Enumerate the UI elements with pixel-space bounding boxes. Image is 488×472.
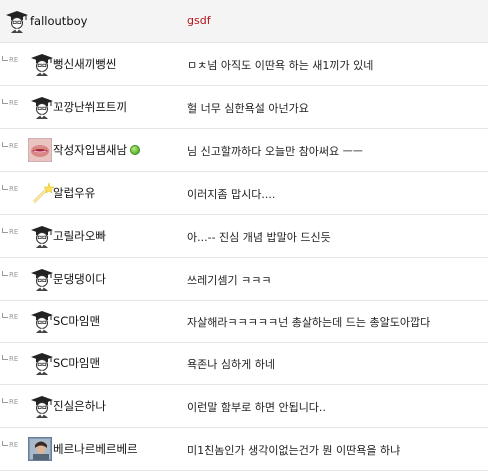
lips-photo-avatar-icon — [28, 138, 52, 162]
graduate-avatar-icon — [30, 224, 54, 248]
reply-label: RE — [9, 271, 19, 279]
reply-label: RE — [9, 142, 19, 150]
graduate-avatar-icon — [30, 52, 54, 76]
reply-arrow-icon: RE — [2, 99, 18, 107]
graduate-avatar-icon — [30, 309, 54, 333]
comment-author[interactable]: 꼬깡난쒸프트끼 — [53, 99, 127, 115]
comment-row: RE SC마임맨 욕존나 심하게 하네 — [0, 342, 488, 385]
comment-author[interactable]: 뻥신새끼뻥씬 — [53, 56, 116, 72]
reply-arrow-icon: RE — [2, 185, 18, 193]
reply-arrow-icon: RE — [2, 56, 18, 64]
reply-label: RE — [9, 313, 19, 321]
magic-wand-avatar-icon — [30, 181, 54, 205]
comment-text: 자살해라ㅋㅋㅋㅋㅋ넌 총살하는데 드는 총알도아깝다 — [187, 316, 431, 329]
online-status-icon — [130, 145, 141, 155]
comment-author[interactable]: SC마임맨 — [53, 313, 100, 329]
post-text: gsdf — [187, 14, 211, 27]
graduate-avatar-icon — [5, 9, 29, 33]
comment-author[interactable]: SC마임맨 — [53, 355, 100, 371]
post-author[interactable]: falloutboy — [30, 14, 87, 28]
reply-label: RE — [9, 355, 19, 363]
comment-author[interactable]: 알럽우유 — [53, 185, 95, 201]
graduate-avatar-icon — [30, 351, 54, 375]
comment-text: 아...-- 진심 개념 밥말아 드신듯 — [187, 231, 331, 244]
reply-arrow-icon: RE — [2, 441, 18, 449]
comment-author[interactable]: 진실은하나 — [53, 398, 106, 414]
graduate-avatar-icon — [30, 95, 54, 119]
comment-text: 이런말 함부로 하면 안됩니다.. — [187, 401, 326, 414]
comment-author-text: 작성자입냄새남 — [53, 143, 128, 157]
comment-row: RE 알럽우유 이러지좀 맙시다.... — [0, 172, 488, 215]
comment-row: RE 뻥신새끼뻥씬 ㅁㅊ넘 아직도 이딴욕 하는 새1끼가 있네 — [0, 43, 488, 86]
comment-row: RE 작성자입냄새남 님 신고할까하다 오늘만 참아써요 ㅡㅡ — [0, 129, 488, 172]
reply-label: RE — [9, 56, 19, 64]
comment-row: RE SC마임맨 자살해라ㅋㅋㅋㅋㅋ넌 총살하는데 드는 총알도아깝다 — [0, 300, 488, 343]
reply-label: RE — [9, 185, 19, 193]
comment-author[interactable]: 문댕댕이다 — [53, 271, 106, 287]
comment-text: 욕존나 심하게 하네 — [187, 358, 275, 371]
reply-label: RE — [9, 398, 19, 406]
comment-board: falloutboy gsdf RE 뻥신새끼뻥씬 ㅁㅊ넘 아직도 이딴욕 하는… — [0, 0, 488, 472]
comment-text: 쓰레기셈기 ㅋㅋㅋ — [187, 274, 272, 287]
comment-row: RE 진실은하나 이런말 함부로 하면 안됩니다.. — [0, 385, 488, 428]
reply-arrow-icon: RE — [2, 398, 18, 406]
comment-author[interactable]: 고릴라오빠 — [53, 228, 106, 244]
reply-arrow-icon: RE — [2, 142, 18, 150]
reply-arrow-icon: RE — [2, 228, 18, 236]
comment-row: RE 베르나르베르베르 미1친놈인가 생각이없는건가 뭔 이딴욕을 하냐 — [0, 428, 488, 471]
post-row: falloutboy gsdf — [0, 0, 488, 43]
person-photo-avatar-icon — [28, 437, 52, 461]
comment-author[interactable]: 작성자입냄새남 — [53, 142, 141, 158]
graduate-avatar-icon — [30, 267, 54, 291]
reply-arrow-icon: RE — [2, 271, 18, 279]
comment-text: 님 신고할까하다 오늘만 참아써요 ㅡㅡ — [187, 145, 363, 158]
reply-label: RE — [9, 441, 19, 449]
comment-row: RE 고릴라오빠 아...-- 진심 개념 밥말아 드신듯 — [0, 215, 488, 258]
comment-text: ㅁㅊ넘 아직도 이딴욕 하는 새1끼가 있네 — [187, 59, 374, 72]
comment-text: 헐 너무 심한욕설 아넌가요 — [187, 102, 309, 115]
reply-label: RE — [9, 228, 19, 236]
reply-arrow-icon: RE — [2, 355, 18, 363]
comment-row: RE 문댕댕이다 쓰레기셈기 ㅋㅋㅋ — [0, 258, 488, 301]
comment-row: RE 꼬깡난쒸프트끼 헐 너무 심한욕설 아넌가요 — [0, 86, 488, 129]
reply-arrow-icon: RE — [2, 313, 18, 321]
graduate-avatar-icon — [30, 394, 54, 418]
comment-text: 미1친놈인가 생각이없는건가 뭔 이딴욕을 하냐 — [187, 444, 401, 457]
comment-text: 이러지좀 맙시다.... — [187, 188, 276, 201]
comment-author[interactable]: 베르나르베르베르 — [53, 441, 138, 457]
reply-label: RE — [9, 99, 19, 107]
